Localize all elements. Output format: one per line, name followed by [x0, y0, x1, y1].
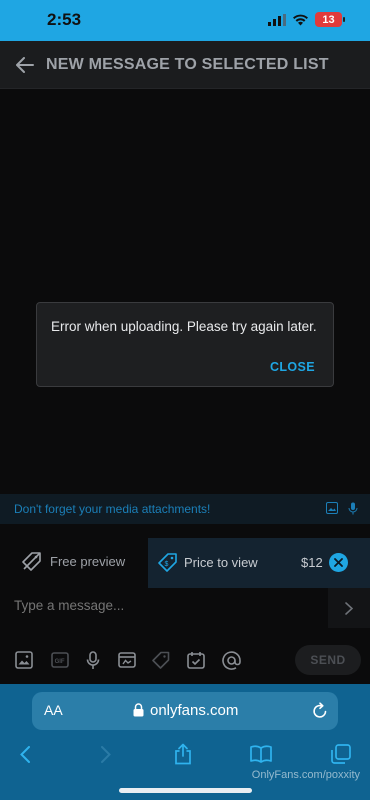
composer-toolbar: GIF SEND [0, 643, 370, 678]
price-tag-icon: $ [158, 553, 177, 572]
signal-icon [268, 13, 286, 26]
error-dialog: Error when uploading. Please try again l… [36, 302, 334, 387]
microphone-icon[interactable] [83, 650, 103, 670]
header: NEW MESSAGE TO SELECTED LIST [0, 41, 370, 89]
svg-text:GIF: GIF [55, 659, 65, 665]
home-indicator[interactable] [119, 788, 252, 793]
free-preview-label: Free preview [50, 553, 126, 569]
mention-icon[interactable] [221, 650, 241, 670]
tabs-icon[interactable] [329, 742, 353, 766]
reminder-icons [326, 502, 358, 515]
page-title: NEW MESSAGE TO SELECTED LIST [46, 55, 329, 73]
back-arrow-icon[interactable] [12, 52, 38, 78]
status-time: 2:53 [47, 10, 82, 29]
price-to-view-option[interactable]: $ Price to view $12 [148, 538, 370, 588]
lock-icon [133, 703, 144, 717]
close-button[interactable]: CLOSE [270, 360, 315, 374]
watermark: OnlyFans.com/poxxity [251, 769, 360, 781]
microphone-icon[interactable] [348, 502, 358, 515]
price-options: Free preview $ Price to view $12 [0, 538, 370, 588]
wifi-icon [293, 14, 308, 25]
price-tag-icon[interactable] [151, 650, 171, 670]
battery-icon: 13 [315, 12, 345, 27]
vault-icon[interactable] [117, 650, 137, 670]
media-reminder-text: Don't forget your media attachments! [14, 502, 211, 516]
bookmarks-icon[interactable] [249, 742, 273, 766]
price-to-view-label: Price to view [184, 555, 258, 570]
error-message: Error when uploading. Please try again l… [51, 319, 317, 334]
gif-icon[interactable]: GIF [50, 650, 70, 670]
free-preview-option[interactable]: Free preview [22, 551, 125, 571]
status-icons: 13 [268, 12, 345, 27]
send-button[interactable]: SEND [295, 645, 361, 675]
address-bar[interactable]: AA onlyfans.com [32, 692, 338, 730]
share-icon[interactable] [171, 742, 195, 766]
message-input[interactable] [14, 598, 314, 613]
price-value: $12 [301, 555, 323, 570]
chevron-right-icon[interactable] [328, 588, 370, 628]
browser-forward-icon[interactable] [94, 742, 118, 766]
text-size-button[interactable]: AA [44, 702, 63, 718]
media-icon[interactable] [14, 650, 34, 670]
media-reminder-bar: Don't forget your media attachments! [0, 494, 370, 524]
schedule-icon[interactable] [186, 650, 206, 670]
reload-icon[interactable] [312, 702, 328, 719]
battery-level: 13 [322, 13, 335, 26]
image-icon[interactable] [326, 502, 338, 514]
browser-back-icon[interactable] [13, 742, 37, 766]
free-tag-icon [22, 552, 41, 571]
message-content-area [0, 89, 370, 494]
composer-row [0, 588, 370, 628]
browser-toolbar: AA onlyfans.com [0, 684, 370, 800]
svg-text:$: $ [165, 561, 169, 568]
remove-price-icon[interactable] [329, 553, 348, 572]
status-bar: 2:53 13 [0, 0, 370, 41]
url-text: onlyfans.com [150, 702, 239, 719]
